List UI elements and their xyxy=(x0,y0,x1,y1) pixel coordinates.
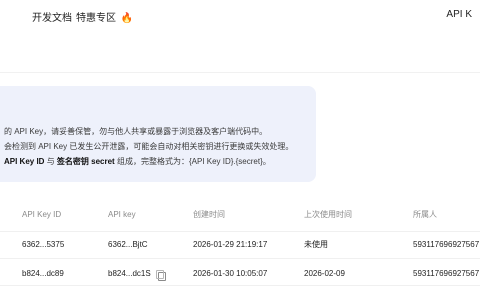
cell-api-key-id: b824...dc89 xyxy=(22,269,64,278)
cell-created-time: 2026-01-30 10:05:07 xyxy=(193,269,268,278)
table-row-separator xyxy=(0,258,480,259)
header-api-key: API key xyxy=(108,210,136,219)
header-created-time: 创建时间 xyxy=(193,210,225,219)
nav-promo-label: 特惠专区 xyxy=(76,13,116,24)
header-api-key-id: API Key ID xyxy=(22,210,62,219)
notice-line-3: API Key ID 与 签名密钥 secret 组成，完整格式为：{API K… xyxy=(4,156,271,167)
top-navbar: 开发文档 特惠专区 🔥 API K xyxy=(0,0,480,33)
fire-icon: 🔥 xyxy=(120,13,134,24)
nav-right-link[interactable]: API K xyxy=(446,9,472,20)
table-row-separator xyxy=(0,231,480,232)
cell-created-time: 2026-01-29 21:19:17 xyxy=(193,240,268,249)
api-key-table: API Key ID API key 创建时间 上次使用时间 所属人 6362.… xyxy=(0,198,480,300)
nav-right-label: API K xyxy=(446,9,472,20)
copy-icon[interactable] xyxy=(156,270,166,281)
notice-key-id-term: API Key ID xyxy=(4,157,45,166)
notice-line-1: 的 API Key，请妥善保管，勿与他人共享或暴露于浏览器及客户端代码中。 xyxy=(4,127,268,136)
section-divider xyxy=(0,72,480,73)
notice-connector: 与 xyxy=(44,157,57,166)
page: 开发文档 特惠专区 🔥 API K 的 API Key，请妥善保管，勿与他人共享… xyxy=(0,0,480,300)
cell-api-key-id: 6362...5375 xyxy=(22,240,65,249)
cell-api-key: 6362...BjtC xyxy=(108,240,148,249)
cell-last-used-time: 2026-02-09 xyxy=(304,269,345,278)
cell-owner: 593117696927567 xyxy=(413,240,480,249)
cell-last-used-time: 未使用 xyxy=(304,240,328,249)
header-owner: 所属人 xyxy=(413,210,437,219)
header-last-used-time: 上次使用时间 xyxy=(304,210,352,219)
notice-format: 组成，完整格式为：{API Key ID}.{secret}。 xyxy=(114,157,271,166)
api-key-notice: 的 API Key，请妥善保管，勿与他人共享或暴露于浏览器及客户端代码中。 会检… xyxy=(0,86,316,182)
nav-docs-link[interactable]: 开发文档 xyxy=(32,9,72,24)
nav-promo-link[interactable]: 特惠专区 🔥 xyxy=(76,9,133,24)
notice-line-2: 会检测到 API Key 已发生公开泄露，可能会自动对相关密钥进行更换或失效处理… xyxy=(4,142,294,151)
cell-owner: 593117696927567 xyxy=(413,269,480,278)
cell-api-key: b824...dc1S xyxy=(108,269,151,278)
table-row-separator xyxy=(0,285,480,286)
nav-docs-label: 开发文档 xyxy=(32,13,72,24)
notice-secret-term: 签名密钥 secret xyxy=(56,157,115,166)
